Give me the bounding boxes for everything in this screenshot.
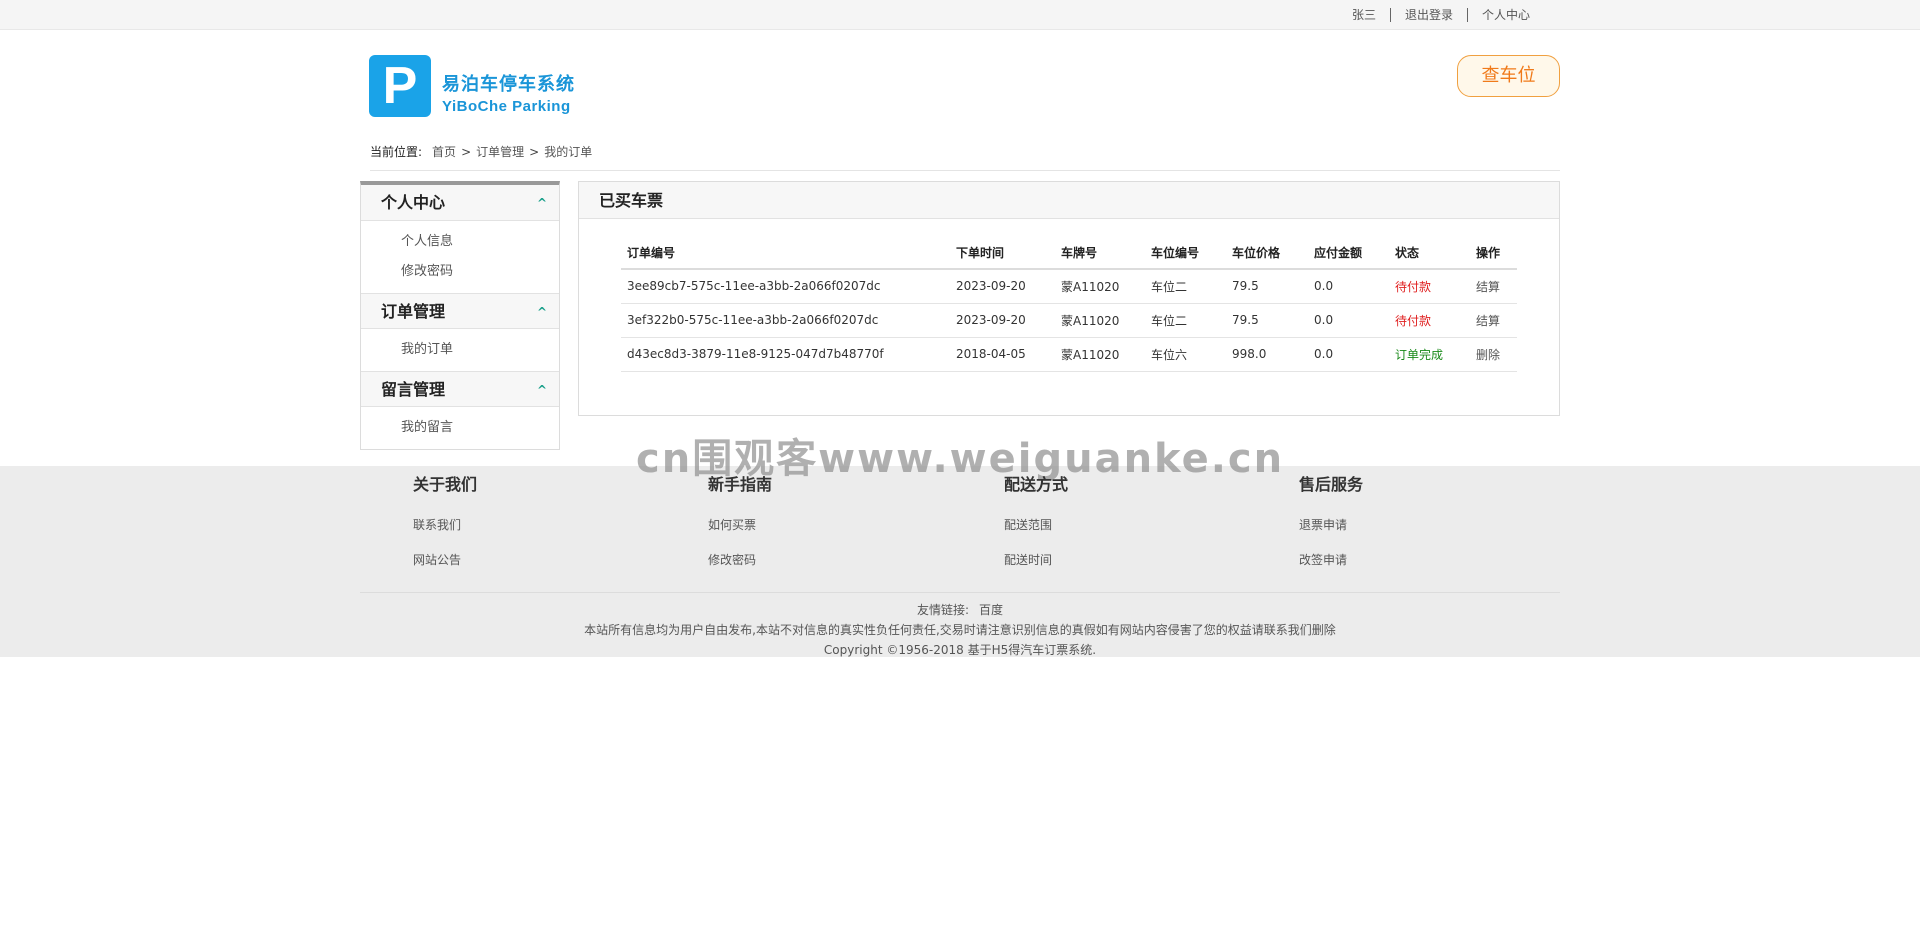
column-header: 状态: [1389, 237, 1470, 270]
friend-links: 友情链接: 百度: [0, 601, 1920, 618]
sidebar-item-my-messages[interactable]: 我的留言: [361, 413, 559, 443]
table-row: d43ec8d3-3879-11e8-9125-047d7b48770f 201…: [621, 337, 1517, 372]
order-id: 3ef322b0-575c-11ee-a3bb-2a066f0207dc: [621, 303, 950, 338]
spot-price: 79.5: [1226, 303, 1308, 338]
logo-text[interactable]: 易泊车停车系统 YiBoChe Parking: [442, 74, 575, 118]
table-row: 3ee89cb7-575c-11ee-a3bb-2a066f0207dc 202…: [621, 269, 1517, 304]
breadcrumb: 当前位置: 首页 > 订单管理 > 我的订单: [370, 143, 592, 160]
chevron-up-icon[interactable]: ^: [537, 185, 547, 221]
site-name-cn: 易泊车停车系统: [442, 74, 575, 95]
footer-divider: [360, 592, 1560, 593]
sidebar-group-title[interactable]: 个人中心 ^: [361, 185, 559, 221]
spot-number: 车位二: [1145, 303, 1226, 338]
table-row: 3ef322b0-575c-11ee-a3bb-2a066f0207dc 202…: [621, 303, 1517, 338]
logout-link[interactable]: 退出登录: [1391, 8, 1467, 22]
footer-column-title: 售后服务: [1299, 475, 1364, 494]
username-link[interactable]: 张三: [1338, 8, 1390, 22]
footer-column-aftersales: 售后服务 退票申请 改签申请: [1299, 474, 1363, 578]
column-header: 车牌号: [1055, 237, 1145, 270]
plate-number: 蒙A11020: [1055, 337, 1145, 372]
breadcrumb-separator: >: [529, 144, 540, 159]
footer-link[interactable]: 网站公告: [413, 543, 477, 578]
orders-table: 订单编号 下单时间 车牌号 车位编号 车位价格 应付金额 状态 操作 3ee89…: [621, 237, 1517, 372]
spot-number: 车位二: [1145, 269, 1226, 304]
personal-center-link[interactable]: 个人中心: [1468, 8, 1544, 22]
sidebar-group-title[interactable]: 订单管理 ^: [361, 293, 559, 329]
friend-link-baidu[interactable]: 百度: [979, 603, 1003, 617]
footer-link[interactable]: 配送时间: [1004, 543, 1068, 578]
spot-price: 79.5: [1226, 269, 1308, 304]
breadcrumb-divider: [370, 170, 1560, 171]
footer-link[interactable]: 退票申请: [1299, 508, 1363, 543]
breadcrumb-order-management[interactable]: 订单管理: [476, 143, 524, 160]
footer-link[interactable]: 改签申请: [1299, 543, 1363, 578]
footer-column-title: 新手指南: [708, 475, 773, 494]
orders-panel: 已买车票 订单编号 下单时间 车牌号 车位编号 车位价格 应付金额 状态 操作 …: [578, 181, 1560, 416]
copyright-text: Copyright ©1956-2018 基于H5得汽车订票系统.: [823, 643, 1097, 657]
sidebar-group-order-management: 订单管理 ^ 我的订单: [361, 293, 559, 371]
footer-column-title: 关于我们: [413, 475, 478, 494]
payable-amount: 0.0: [1308, 303, 1389, 338]
spot-number: 车位六: [1145, 337, 1226, 372]
sidebar-group-label: 订单管理: [381, 302, 446, 321]
footer-link[interactable]: 联系我们: [413, 508, 477, 543]
breadcrumb-home[interactable]: 首页: [432, 143, 456, 160]
sidebar-group-label: 个人中心: [381, 193, 446, 212]
column-header: 操作: [1470, 237, 1517, 270]
sidebar-group-message-management: 留言管理 ^ 我的留言: [361, 371, 559, 449]
spot-price: 998.0: [1226, 337, 1308, 372]
chevron-up-icon[interactable]: ^: [537, 372, 547, 408]
find-parking-spot-button[interactable]: 查车位: [1457, 55, 1560, 97]
status-badge: 待付款: [1389, 303, 1470, 338]
footer-column-title: 配送方式: [1004, 475, 1069, 494]
plate-number: 蒙A11020: [1055, 269, 1145, 304]
footer-link[interactable]: 配送范围: [1004, 508, 1068, 543]
breadcrumb-separator: >: [461, 144, 472, 159]
order-time: 2018-04-05: [950, 337, 1055, 372]
order-time: 2023-09-20: [950, 269, 1055, 304]
footer-link[interactable]: 修改密码: [708, 543, 772, 578]
status-badge: 待付款: [1389, 269, 1470, 304]
status-badge: 订单完成: [1389, 337, 1470, 372]
order-id: d43ec8d3-3879-11e8-9125-047d7b48770f: [621, 337, 950, 372]
friend-links-label: 友情链接:: [916, 603, 970, 617]
plate-number: 蒙A11020: [1055, 303, 1145, 338]
delete-button[interactable]: 删除: [1470, 337, 1517, 372]
site-name-en: YiBoChe Parking: [442, 98, 571, 115]
table-header-row: 订单编号 下单时间 车牌号 车位编号 车位价格 应付金额 状态 操作: [621, 237, 1517, 270]
sidebar-group-label: 留言管理: [381, 380, 446, 399]
order-id: 3ee89cb7-575c-11ee-a3bb-2a066f0207dc: [621, 269, 950, 304]
footer-link[interactable]: 如何买票: [708, 508, 772, 543]
sidebar-item-change-password[interactable]: 修改密码: [361, 257, 559, 287]
column-header: 下单时间: [950, 237, 1055, 270]
top-links: 张三 退出登录 个人中心: [1338, 0, 1544, 30]
breadcrumb-label: 当前位置:: [370, 145, 423, 159]
chevron-up-icon[interactable]: ^: [537, 294, 547, 330]
sidebar-group-title[interactable]: 留言管理 ^: [361, 371, 559, 407]
sidebar: 个人中心 ^ 个人信息 修改密码 订单管理 ^ 我的订单 留言管理 ^ 我的留言: [360, 181, 560, 450]
sidebar-item-my-orders[interactable]: 我的订单: [361, 335, 559, 365]
footer-column-delivery: 配送方式 配送范围 配送时间: [1004, 474, 1068, 578]
parking-logo-icon[interactable]: P: [369, 55, 431, 117]
payable-amount: 0.0: [1308, 337, 1389, 372]
column-header: 应付金额: [1308, 237, 1389, 270]
column-header: 订单编号: [621, 237, 950, 270]
panel-title: 已买车票: [579, 182, 1559, 219]
column-header: 车位价格: [1226, 237, 1308, 270]
top-bar: 张三 退出登录 个人中心: [0, 0, 1920, 30]
payable-amount: 0.0: [1308, 269, 1389, 304]
column-header: 车位编号: [1145, 237, 1226, 270]
order-time: 2023-09-20: [950, 303, 1055, 338]
footer-column-guide: 新手指南 如何买票 修改密码: [708, 474, 772, 578]
settle-button[interactable]: 结算: [1470, 269, 1517, 304]
breadcrumb-my-orders: 我的订单: [544, 145, 593, 159]
sidebar-item-personal-info[interactable]: 个人信息: [361, 227, 559, 257]
settle-button[interactable]: 结算: [1470, 303, 1517, 338]
footer-column-about: 关于我们 联系我们 网站公告: [413, 474, 477, 578]
sidebar-group-personal-center: 个人中心 ^ 个人信息 修改密码: [361, 185, 559, 293]
disclaimer-text: 本站所有信息均为用户自由发布,本站不对信息的真实性负任何责任,交易时请注意识别信…: [584, 623, 1336, 637]
